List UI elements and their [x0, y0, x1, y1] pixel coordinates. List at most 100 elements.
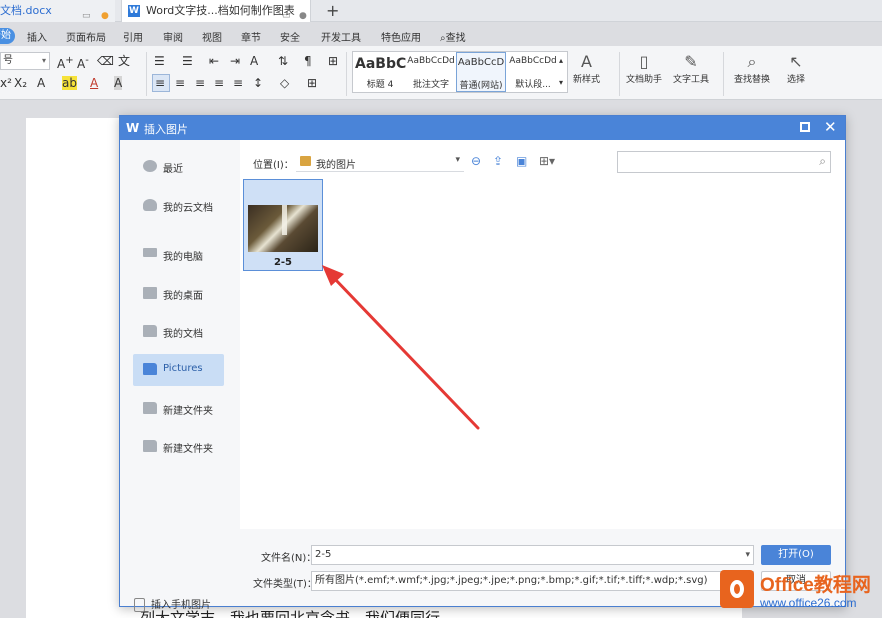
- cloud-icon: [143, 199, 157, 211]
- watermark: Office教程网 www.office26.com: [718, 566, 882, 618]
- menu-developer[interactable]: 开发工具: [321, 29, 361, 44]
- bullet-list-icon[interactable]: ☰: [154, 54, 165, 68]
- view-mode-icon[interactable]: ⊞▾: [539, 154, 555, 168]
- sidebar-item-new-folder-2[interactable]: 新建文件夹: [133, 431, 224, 463]
- file-list: 2-5: [240, 176, 845, 538]
- align-left-button[interactable]: ≡: [152, 74, 170, 92]
- shading-icon[interactable]: ◇: [280, 76, 289, 90]
- sort-icon[interactable]: ⇅: [278, 54, 288, 68]
- search-input[interactable]: ⌕: [617, 151, 831, 173]
- magnifier-icon: ⌕: [747, 52, 757, 71]
- clock-icon: [143, 160, 157, 172]
- insert-picture-dialog: W 插入图片 ✕ 最近 我的云文档 我的电脑 我的桌面 我的文档 Picture…: [119, 115, 846, 612]
- grow-font-icon[interactable]: A+: [57, 54, 74, 71]
- show-marks-icon[interactable]: ¶: [304, 54, 312, 68]
- clear-format-icon[interactable]: ⌫: [97, 54, 114, 68]
- menu-bar: 开始 插入 页面布局 引用 审阅 视图 章节 安全 开发工具 特色应用 ⌕查找: [0, 26, 882, 46]
- menu-special[interactable]: 特色应用: [381, 29, 421, 44]
- sidebar-item-documents[interactable]: 我的文档: [133, 316, 224, 348]
- align-center-icon[interactable]: ≡: [175, 76, 185, 90]
- location-sidebar: 最近 我的云文档 我的电脑 我的桌面 我的文档 Pictures 新建文件夹 新…: [120, 140, 240, 612]
- gallery-scroll-icon[interactable]: ▴: [559, 54, 563, 68]
- phonetic-icon[interactable]: 文: [118, 54, 130, 68]
- wrench-icon: ✎: [684, 52, 698, 71]
- line-spacing-icon[interactable]: ↕: [253, 76, 263, 90]
- open-button[interactable]: 打开(O): [761, 545, 831, 565]
- sidebar-item-desktop[interactable]: 我的桌面: [133, 278, 224, 310]
- location-select[interactable]: 我的图片 ▾: [296, 152, 464, 172]
- up-folder-icon[interactable]: ⇪: [493, 154, 503, 168]
- new-style-button[interactable]: A 新样式: [573, 52, 600, 85]
- watermark-brand: Office教程网: [760, 575, 871, 596]
- style-normal-web[interactable]: AaBbCcD 普通(网站): [456, 52, 506, 92]
- find-replace-button[interactable]: ⌕ 查找替换: [734, 52, 770, 85]
- font-size-select[interactable]: 号 ▾: [0, 52, 50, 70]
- tab-label: Word文字技...档如何制作图表: [146, 4, 295, 17]
- document-tab-1[interactable]: 文档.docx ▭ ●: [0, 0, 115, 22]
- style-default-paragraph[interactable]: AaBbCcDd 默认段...: [507, 52, 559, 92]
- highlight-icon[interactable]: ab: [62, 76, 77, 90]
- search-icon: ⌕: [819, 154, 826, 168]
- distribute-icon[interactable]: ≡: [233, 76, 243, 90]
- table-grid-icon[interactable]: ⊞: [328, 54, 338, 68]
- filename-label: 文件名(N)：: [261, 553, 317, 564]
- menu-chapter[interactable]: 章节: [241, 29, 261, 44]
- menu-search[interactable]: ⌕查找: [440, 29, 466, 44]
- menu-security[interactable]: 安全: [280, 29, 300, 44]
- style-comment-text[interactable]: AaBbCcDd 批注文字: [406, 52, 456, 92]
- insert-mobile-picture-link[interactable]: 插入手机图片: [134, 596, 211, 616]
- subscript-icon[interactable]: X₂: [14, 76, 27, 90]
- sidebar-item-new-folder-1[interactable]: 新建文件夹: [133, 393, 224, 425]
- font-color-icon[interactable]: A: [90, 76, 98, 90]
- sidebar-item-recent[interactable]: 最近: [133, 151, 224, 183]
- borders-icon[interactable]: ⊞: [307, 76, 317, 90]
- folder-icon: [143, 363, 157, 375]
- sidebar-item-pictures[interactable]: Pictures: [133, 354, 224, 386]
- divider: [346, 52, 347, 96]
- select-button[interactable]: ↖ 选择: [787, 52, 805, 85]
- document-icon: ▯: [639, 52, 649, 71]
- justify-icon[interactable]: ≡: [214, 76, 224, 90]
- divider: [723, 52, 724, 96]
- menu-page-layout[interactable]: 页面布局: [66, 29, 106, 44]
- sidebar-item-cloud[interactable]: 我的云文档: [133, 190, 224, 222]
- tab-label: 文档.docx: [0, 4, 52, 17]
- filetype-select[interactable]: 所有图片(*.emf;*.wmf;*.jpg;*.jpeg;*.jpe;*.pn…: [311, 571, 754, 591]
- decrease-indent-icon[interactable]: ⇤: [209, 54, 219, 68]
- align-right-icon[interactable]: ≡: [195, 76, 205, 90]
- menu-view[interactable]: 视图: [202, 29, 222, 44]
- maximize-icon[interactable]: [800, 122, 810, 132]
- shrink-font-icon[interactable]: A-: [77, 54, 89, 71]
- document-tab-2[interactable]: W Word文字技...档如何制作图表 ▭ ●: [121, 0, 311, 22]
- dialog-title-bar[interactable]: W 插入图片 ✕: [120, 116, 845, 140]
- file-item[interactable]: 2-5: [243, 179, 323, 271]
- monitor-icon[interactable]: ▭: [282, 5, 291, 27]
- text-tools-button[interactable]: ✎ 文字工具: [673, 52, 709, 85]
- sidebar-item-computer[interactable]: 我的电脑: [133, 239, 224, 271]
- back-icon[interactable]: ⊖: [471, 154, 481, 168]
- increase-indent-icon[interactable]: ⇥: [230, 54, 240, 68]
- char-shading-icon[interactable]: A: [114, 76, 123, 90]
- menu-review[interactable]: 审阅: [163, 29, 183, 44]
- monitor-icon[interactable]: ▭: [82, 5, 91, 27]
- folder-icon: [300, 156, 311, 166]
- superscript-icon[interactable]: x²: [0, 76, 12, 90]
- menu-insert[interactable]: 插入: [27, 29, 47, 44]
- folder-icon: [143, 440, 157, 452]
- close-icon[interactable]: ✕: [824, 118, 837, 136]
- numbered-list-icon[interactable]: ☰: [182, 54, 193, 68]
- chevron-down-icon: ▾: [41, 56, 46, 65]
- text-effect-icon[interactable]: A: [37, 76, 45, 90]
- menu-references[interactable]: 引用: [123, 29, 143, 44]
- doc-assistant-button[interactable]: ▯ 文档助手: [626, 52, 662, 85]
- gallery-expand-icon[interactable]: ▾: [559, 76, 563, 90]
- new-tab-button[interactable]: +: [326, 0, 339, 22]
- align-left-icon: ≡: [155, 76, 166, 90]
- style-heading4[interactable]: AaBbC 标题 4: [355, 52, 406, 92]
- new-folder-icon[interactable]: ▣: [516, 154, 527, 168]
- text-direction-icon[interactable]: A: [250, 54, 258, 68]
- office-logo-icon: [720, 570, 754, 608]
- style-gallery: AaBbC 标题 4 AaBbCcDd 批注文字 AaBbCcD 普通(网站) …: [352, 51, 568, 93]
- filename-input[interactable]: 2-5 ▾: [311, 545, 754, 565]
- menu-start[interactable]: 开始: [0, 28, 15, 44]
